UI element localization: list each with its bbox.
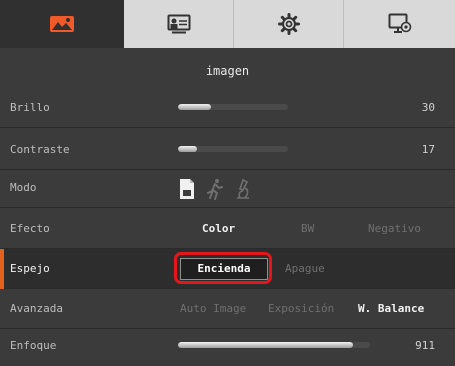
effect-option-negative[interactable]: Negativo xyxy=(368,209,421,249)
osd-menu: imagen Brillo 30 Contraste 17 Modo Efect… xyxy=(0,0,455,361)
focus-slider[interactable] xyxy=(178,342,370,348)
tab-display[interactable] xyxy=(344,0,455,48)
focus-slider-fill xyxy=(178,342,353,348)
tab-image[interactable] xyxy=(0,0,124,48)
brightness-slider-fill xyxy=(178,104,211,110)
brightness-label: Brillo xyxy=(10,101,50,114)
mode-row[interactable]: Modo xyxy=(0,168,455,208)
advanced-row[interactable]: Avanzada Auto Image Exposición W. Balanc… xyxy=(0,289,455,329)
presenter-icon xyxy=(167,14,190,34)
focus-row[interactable]: Enfoque 911 xyxy=(0,326,455,366)
effect-option-bw[interactable]: BW xyxy=(301,209,314,249)
contrast-slider-fill xyxy=(178,146,197,152)
mirror-row[interactable]: Espejo Encienda Apague xyxy=(0,249,455,289)
advanced-option-auto-image[interactable]: Auto Image xyxy=(180,289,246,329)
mirror-off-option[interactable]: Apague xyxy=(285,249,325,289)
tab-settings[interactable] xyxy=(234,0,344,48)
mode-options xyxy=(178,178,252,200)
brightness-row[interactable]: Brillo 30 xyxy=(0,88,455,128)
focus-label: Enfoque xyxy=(10,339,57,352)
gear-icon xyxy=(277,13,300,35)
contrast-label: Contraste xyxy=(10,143,70,156)
advanced-option-white-balance[interactable]: W. Balance xyxy=(358,289,424,329)
advanced-option-exposure[interactable]: Exposición xyxy=(268,289,334,329)
mode-label: Modo xyxy=(10,181,37,194)
effect-option-color[interactable]: Color xyxy=(202,209,235,249)
document-icon[interactable] xyxy=(178,178,196,200)
menu-title: imagen xyxy=(205,64,250,78)
advanced-label: Avanzada xyxy=(10,302,63,315)
highlight-box xyxy=(174,252,272,284)
contrast-slider[interactable] xyxy=(178,146,288,152)
monitor-settings-icon xyxy=(388,13,411,33)
image-icon xyxy=(50,16,74,32)
tab-bar xyxy=(0,0,455,48)
tab-presenter[interactable] xyxy=(124,0,234,48)
contrast-value: 17 xyxy=(421,143,435,156)
mirror-label: Espejo xyxy=(10,262,50,275)
motion-icon[interactable] xyxy=(206,178,224,200)
brightness-slider[interactable] xyxy=(178,104,288,110)
effect-row[interactable]: Efecto Color BW Negativo xyxy=(0,209,455,249)
focus-value: 911 xyxy=(415,339,435,352)
microscope-icon[interactable] xyxy=(234,178,252,200)
selected-row-indicator xyxy=(0,249,4,289)
brightness-value: 30 xyxy=(421,101,435,114)
effect-label: Efecto xyxy=(10,222,50,235)
contrast-row[interactable]: Contraste 17 xyxy=(0,130,455,170)
